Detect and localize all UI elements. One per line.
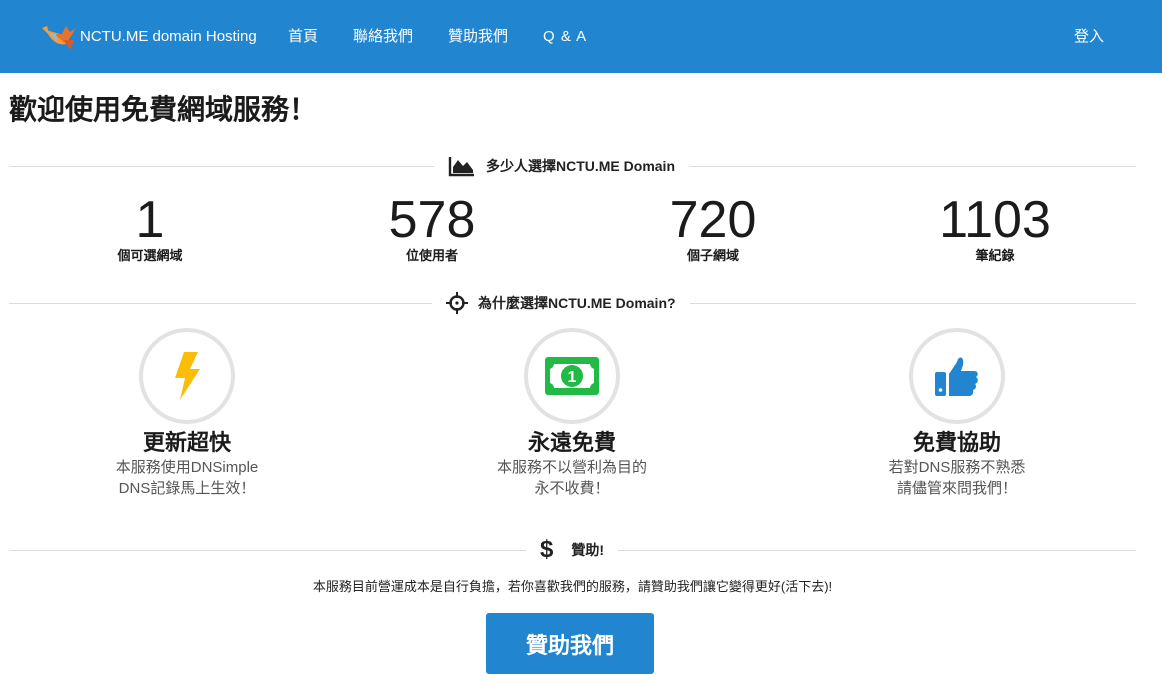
nav-link-contact[interactable]: 聯絡我們 [353,28,413,46]
login-link[interactable]: 登入 [1074,28,1104,46]
nav-link-qa[interactable]: Q & A [543,28,587,46]
stat-label: 個可選網域 [117,248,183,263]
stat-domains: 1 個可選網域 [40,192,260,264]
feature-help: 免費協助 若對DNS服務不熟悉 請儘管來問我們！ [827,328,1087,498]
why-heading-text: 為什麼選擇NCTU.ME Domain? [478,295,676,311]
stat-value: 578 [388,191,476,249]
feature-icon-circle [909,328,1005,424]
crosshairs-icon [446,292,468,314]
sponsor-heading-text: 贊助! [571,542,605,558]
thumbs-up-icon [935,357,978,396]
area-chart-icon [448,155,476,177]
brand-link[interactable]: NCTU.ME domain Hosting [40,22,257,50]
nav-link-sponsor[interactable]: 贊助我們 [448,28,508,46]
stat-label: 位使用者 [405,248,458,263]
why-section-heading: 為什麼選擇NCTU.ME Domain? [432,290,690,316]
stat-users: 578 位使用者 [322,192,542,264]
feature-title: 免費協助 [912,430,1001,455]
feature-desc-line2: 請儘管來問我們！ [896,480,1017,497]
feature-free: 1 永遠免費 本服務不以營利為目的 永不收費！ [442,328,702,498]
stat-value: 1103 [939,191,1051,249]
dollar-icon: $ [540,536,554,563]
feature-title: 永遠免費 [527,430,616,455]
feature-icon-circle: 1 [524,328,620,424]
stat-records: 1103 筆紀錄 [885,192,1105,264]
feature-desc-line1: 若對DNS服務不熟悉 [888,459,1026,476]
page-title: 歡迎使用免費網域服務！ [9,94,318,125]
lightning-icon [175,352,200,400]
svg-text:1: 1 [568,369,577,386]
stat-value: 720 [669,191,757,249]
stat-label: 個子網域 [686,248,739,263]
feature-desc-line2: 永不收費！ [534,480,610,497]
stats-heading-text: 多少人選擇NCTU.ME Domain [486,158,675,174]
stat-subdomains: 720 個子網域 [603,192,823,264]
feature-desc-line1: 本服務使用DNSimple [115,459,259,476]
sponsor-section-heading: $ 贊助! [526,536,619,563]
sponsor-description: 本服務目前營運成本是自行負擔，若你喜歡我們的服務，請贊助我們讓它變得更好(活下去… [312,579,833,594]
brand-name: NCTU.ME domain Hosting [80,27,257,45]
stats-section-heading: 多少人選擇NCTU.ME Domain [434,153,689,179]
feature-desc-line2: DNS記錄馬上生效！ [118,480,256,497]
top-navbar: NCTU.ME domain Hosting 首頁 聯絡我們 贊助我們 Q & … [0,0,1162,73]
stat-label: 筆紀錄 [975,248,1015,263]
fox-logo-icon [42,26,76,50]
feature-title: 更新超快 [142,430,231,455]
feature-fast: 更新超快 本服務使用DNSimple DNS記錄馬上生效！ [57,328,317,498]
feature-desc-line1: 本服務不以營利為目的 [496,459,647,476]
feature-icon-circle [139,328,235,424]
sponsor-button[interactable]: 贊助我們 [486,613,654,674]
stat-value: 1 [135,191,165,249]
money-bill-icon: 1 [545,357,599,395]
nav-link-home[interactable]: 首頁 [288,28,318,46]
